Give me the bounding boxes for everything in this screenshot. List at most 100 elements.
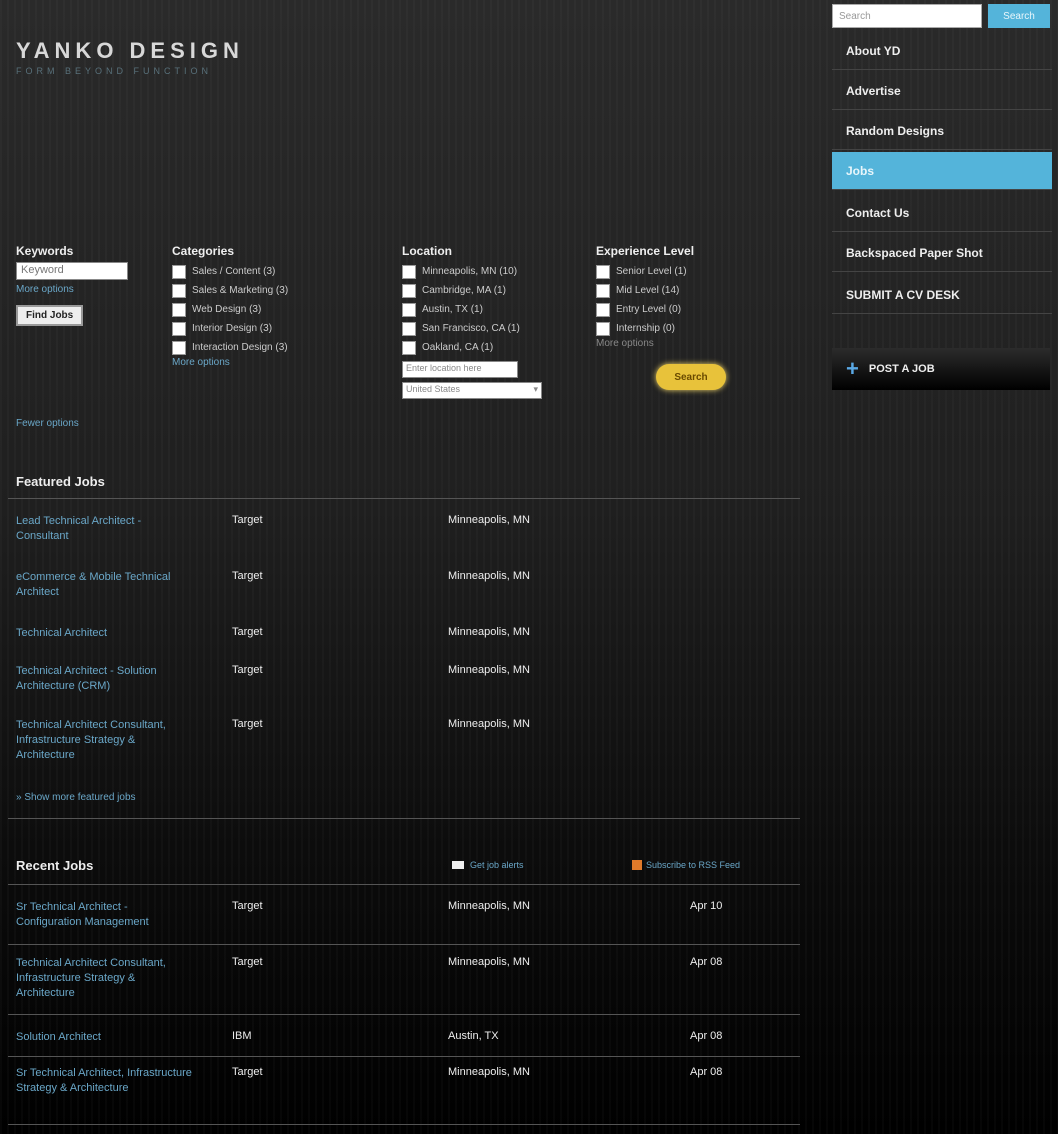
nav-submit-cv[interactable]: SUBMIT A CV DESK [832, 276, 1052, 314]
location-option[interactable]: Austin, TX (1) [402, 300, 542, 319]
checkbox[interactable] [402, 264, 416, 279]
categories-more-link[interactable]: More options [172, 357, 288, 368]
keyword-input[interactable]: Keyword [16, 262, 128, 280]
job-title-link[interactable]: eCommerce & Mobile Technical Architect [16, 570, 196, 600]
checkbox[interactable] [402, 321, 416, 336]
categories-label: Categories [172, 244, 235, 258]
job-company: Target [232, 1066, 263, 1078]
location-column: Location Minneapolis, MN (10) Cambridge,… [402, 244, 542, 399]
experience-more-link[interactable]: More options [596, 338, 694, 349]
job-company: IBM [232, 1030, 252, 1042]
checkbox[interactable] [596, 264, 610, 279]
post-job-label: POST A JOB [868, 363, 935, 375]
category-option[interactable]: Sales / Content (3) [172, 262, 288, 281]
experience-option[interactable]: Entry Level (0) [596, 300, 694, 319]
category-option[interactable]: Web Design (3) [172, 300, 288, 319]
job-location: Minneapolis, MN [448, 570, 530, 582]
job-title-link[interactable]: Solution Architect [16, 1030, 196, 1045]
experience-option[interactable]: Internship (0) [596, 319, 694, 338]
checkbox[interactable] [596, 302, 610, 317]
nav-contact[interactable]: Contact Us [832, 194, 1052, 232]
job-company: Target [232, 956, 263, 968]
divider [8, 1124, 800, 1125]
checkbox[interactable] [402, 340, 416, 355]
category-label: Sales / Content (3) [192, 266, 276, 277]
job-company: Target [232, 900, 263, 912]
location-option[interactable]: Oakland, CA (1) [402, 338, 542, 357]
job-location: Austin, TX [448, 1030, 499, 1042]
rss-subscribe-link[interactable]: Subscribe to RSS Feed [632, 860, 740, 870]
experience-option[interactable]: Mid Level (14) [596, 281, 694, 300]
checkbox[interactable] [402, 283, 416, 298]
job-company: Target [232, 514, 263, 526]
job-company: Target [232, 664, 263, 676]
checkbox[interactable] [172, 264, 186, 279]
job-company: Target [232, 570, 263, 582]
job-company: Target [232, 718, 263, 730]
category-option[interactable]: Interaction Design (3) [172, 338, 288, 357]
featured-jobs-title: Featured Jobs [16, 474, 105, 489]
site-logo[interactable]: YANKO DESIGN FORM BEYOND FUNCTION [16, 38, 244, 76]
mail-icon [452, 861, 464, 869]
nav-random-designs[interactable]: Random Designs [832, 112, 1052, 150]
location-text-input[interactable]: Enter location here [402, 361, 518, 378]
location-option-label: Minneapolis, MN (10) [422, 266, 518, 277]
job-location: Minneapolis, MN [448, 626, 530, 638]
divider [8, 884, 800, 885]
rss-icon [632, 860, 642, 870]
country-select-value: United States [406, 384, 461, 394]
nav-jobs[interactable]: Jobs [832, 152, 1052, 190]
location-option[interactable]: Cambridge, MA (1) [402, 281, 542, 300]
checkbox[interactable] [596, 321, 610, 336]
show-more-featured-link[interactable]: » Show more featured jobs [16, 792, 136, 803]
plus-icon: + [846, 356, 859, 381]
location-option-label: Austin, TX (1) [422, 304, 483, 315]
checkbox[interactable] [172, 283, 186, 298]
category-label: Sales & Marketing (3) [192, 285, 289, 296]
location-option-label: San Francisco, CA (1) [422, 323, 520, 334]
search-go-button[interactable]: Search [656, 364, 726, 390]
recent-jobs-title: Recent Jobs [16, 858, 94, 873]
experience-option-label: Mid Level (14) [616, 285, 680, 296]
nav-backspaced[interactable]: Backspaced Paper Shot [832, 234, 1052, 272]
divider [8, 944, 800, 945]
more-options-link[interactable]: More options [16, 284, 128, 295]
job-alerts-label: Get job alerts [470, 860, 524, 870]
experience-column: Experience Level Senior Level (1) Mid Le… [596, 244, 694, 349]
experience-option-label: Entry Level (0) [616, 304, 682, 315]
job-title-link[interactable]: Lead Technical Architect - Consultant [16, 514, 196, 544]
site-search-input[interactable]: Search [832, 4, 982, 28]
job-location: Minneapolis, MN [448, 900, 530, 912]
checkbox[interactable] [172, 340, 186, 355]
job-search-filters: Keywords Keyword More options Find Jobs … [16, 244, 796, 444]
location-option[interactable]: Minneapolis, MN (10) [402, 262, 542, 281]
job-title-link[interactable]: Technical Architect [16, 626, 196, 641]
site-search-button[interactable]: Search [988, 4, 1050, 28]
experience-option-label: Senior Level (1) [616, 266, 687, 277]
nav-advertise[interactable]: Advertise [832, 72, 1052, 110]
checkbox[interactable] [596, 283, 610, 298]
divider [8, 1014, 800, 1015]
job-title-link[interactable]: Technical Architect - Solution Architect… [16, 664, 196, 694]
category-option[interactable]: Interior Design (3) [172, 319, 288, 338]
find-jobs-button[interactable]: Find Jobs [16, 305, 84, 326]
divider [8, 1056, 800, 1057]
location-option[interactable]: San Francisco, CA (1) [402, 319, 542, 338]
fewer-options-link[interactable]: Fewer options [16, 418, 128, 429]
job-title-link[interactable]: Sr Technical Architect - Configuration M… [16, 900, 196, 930]
checkbox[interactable] [172, 321, 186, 336]
post-job-button[interactable]: + POST A JOB [832, 348, 1050, 390]
job-alerts-link[interactable]: Get job alerts [452, 860, 524, 870]
experience-option[interactable]: Senior Level (1) [596, 262, 694, 281]
rss-label: Subscribe to RSS Feed [646, 860, 741, 870]
checkbox[interactable] [172, 302, 186, 317]
nav-about[interactable]: About YD [832, 32, 1052, 70]
category-label: Interaction Design (3) [192, 342, 288, 353]
category-option[interactable]: Sales & Marketing (3) [172, 281, 288, 300]
keywords-label: Keywords [16, 244, 74, 258]
job-title-link[interactable]: Sr Technical Architect, Infrastructure S… [16, 1066, 196, 1096]
country-select[interactable]: United States ▾ [402, 382, 542, 399]
checkbox[interactable] [402, 302, 416, 317]
job-title-link[interactable]: Technical Architect Consultant, Infrastr… [16, 718, 196, 763]
job-title-link[interactable]: Technical Architect Consultant, Infrastr… [16, 956, 196, 1001]
